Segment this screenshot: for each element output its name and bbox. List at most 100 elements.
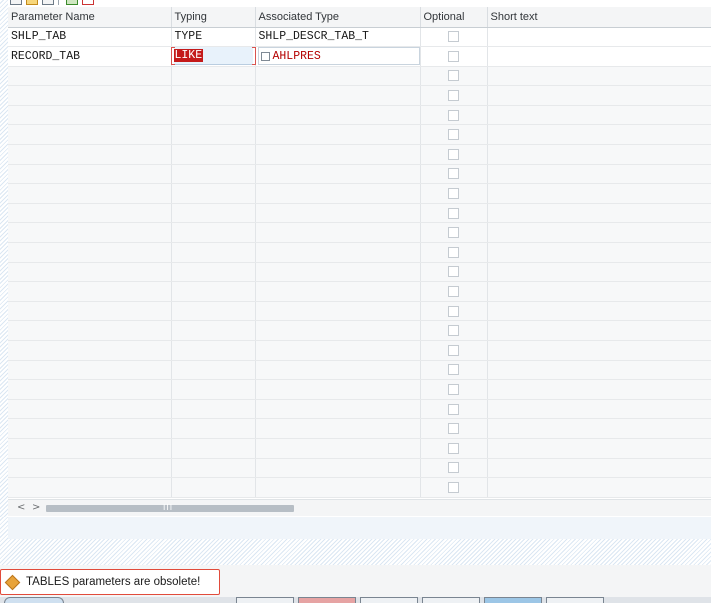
- short-text-cell[interactable]: [487, 477, 711, 498]
- short-text-cell[interactable]: [487, 164, 711, 185]
- typing-cell[interactable]: [171, 399, 256, 420]
- taskbar-item[interactable]: [546, 597, 604, 603]
- optional-checkbox[interactable]: [448, 481, 459, 493]
- parameter-name-cell[interactable]: [8, 164, 172, 185]
- associated-type-cell[interactable]: [255, 164, 421, 185]
- associated-type-cell[interactable]: [255, 124, 421, 146]
- taskbar-item[interactable]: [298, 597, 356, 603]
- typing-cell[interactable]: [171, 301, 256, 322]
- paste-icon[interactable]: [42, 0, 54, 5]
- associated-type-cell[interactable]: [255, 242, 421, 263]
- optional-checkbox[interactable]: [448, 442, 459, 454]
- short-text-cell[interactable]: [487, 301, 711, 322]
- cut-icon[interactable]: [10, 0, 22, 5]
- optional-checkbox[interactable]: [448, 305, 459, 317]
- short-text-cell[interactable]: [487, 458, 711, 479]
- scroll-right-icon[interactable]: >: [32, 502, 40, 513]
- optional-checkbox[interactable]: [448, 31, 459, 43]
- short-text-cell[interactable]: [487, 242, 711, 263]
- parameter-name-cell[interactable]: [8, 320, 172, 341]
- typing-cell[interactable]: [171, 340, 256, 361]
- parameter-name-cell[interactable]: [8, 203, 172, 224]
- typing-cell[interactable]: [171, 418, 256, 439]
- copy-icon[interactable]: [26, 0, 38, 5]
- short-text-cell[interactable]: [487, 66, 711, 87]
- typing-cell[interactable]: [171, 379, 256, 400]
- column-header-optional[interactable]: Optional: [420, 7, 488, 28]
- column-header-short-text[interactable]: Short text: [487, 7, 711, 28]
- short-text-cell[interactable]: [487, 262, 711, 283]
- associated-type-cell[interactable]: [255, 262, 421, 283]
- typing-cell[interactable]: [171, 85, 256, 106]
- taskbar-start-button[interactable]: [4, 597, 64, 603]
- horizontal-scrollbar[interactable]: < > III: [8, 499, 711, 516]
- taskbar-item[interactable]: [236, 597, 294, 603]
- optional-checkbox[interactable]: [448, 227, 459, 239]
- parameter-name-cell[interactable]: [8, 399, 172, 420]
- optional-checkbox[interactable]: [448, 168, 459, 180]
- optional-checkbox[interactable]: [448, 129, 459, 141]
- associated-type-cell[interactable]: [255, 203, 421, 224]
- short-text-cell[interactable]: [487, 46, 711, 67]
- parameter-name-cell[interactable]: [8, 458, 172, 479]
- typing-cell[interactable]: [171, 222, 256, 244]
- associated-type-cell[interactable]: [255, 105, 421, 126]
- parameter-name-cell[interactable]: [8, 66, 172, 87]
- associated-type-cell[interactable]: [255, 418, 421, 439]
- associated-type-cell[interactable]: [255, 477, 421, 498]
- optional-checkbox[interactable]: [448, 246, 459, 258]
- parameter-name-cell[interactable]: [8, 262, 172, 283]
- column-header-parameter-name[interactable]: Parameter Name: [8, 7, 172, 28]
- short-text-cell[interactable]: [487, 399, 711, 420]
- optional-checkbox[interactable]: [448, 70, 459, 82]
- short-text-cell[interactable]: [487, 438, 711, 459]
- delete-row-icon[interactable]: [82, 0, 94, 5]
- status-message[interactable]: TABLES parameters are obsolete!: [0, 569, 220, 595]
- taskbar-item[interactable]: [422, 597, 480, 603]
- optional-checkbox[interactable]: [448, 188, 459, 200]
- associated-type-cell[interactable]: [255, 301, 421, 322]
- column-header-associated-type[interactable]: Associated Type: [255, 7, 421, 28]
- taskbar-item[interactable]: [360, 597, 418, 603]
- optional-checkbox[interactable]: [448, 286, 459, 298]
- associated-type-cell[interactable]: [255, 320, 421, 341]
- short-text-cell[interactable]: [487, 360, 711, 381]
- typing-cell[interactable]: TYPE: [171, 27, 256, 48]
- associated-type-cell[interactable]: SHLP_DESCR_TAB_T: [255, 27, 421, 48]
- associated-type-cell[interactable]: [255, 144, 421, 165]
- optional-checkbox[interactable]: [448, 423, 459, 435]
- short-text-cell[interactable]: [487, 418, 711, 439]
- taskbar-item[interactable]: [484, 597, 542, 603]
- optional-checkbox[interactable]: [448, 325, 459, 337]
- associated-type-input[interactable]: AHLPRES: [257, 47, 419, 66]
- typing-cell[interactable]: [171, 183, 256, 204]
- associated-type-cell[interactable]: [255, 360, 421, 381]
- typing-cell[interactable]: [171, 164, 256, 185]
- optional-checkbox[interactable]: [448, 344, 459, 356]
- associated-type-cell[interactable]: [255, 438, 421, 459]
- typing-input[interactable]: LIKE: [170, 47, 256, 66]
- typing-cell[interactable]: [171, 477, 256, 498]
- parameter-name-cell[interactable]: SHLP_TAB: [8, 27, 172, 48]
- parameter-name-cell[interactable]: [8, 144, 172, 165]
- optional-checkbox[interactable]: [448, 207, 459, 219]
- parameter-name-cell[interactable]: [8, 379, 172, 400]
- associated-type-cell[interactable]: [255, 340, 421, 361]
- associated-type-cell[interactable]: [255, 379, 421, 400]
- short-text-cell[interactable]: [487, 183, 711, 204]
- optional-checkbox[interactable]: [448, 364, 459, 376]
- short-text-cell[interactable]: [487, 124, 711, 146]
- parameter-name-cell[interactable]: RECORD_TAB: [8, 46, 172, 67]
- value-help-icon[interactable]: [260, 51, 270, 61]
- parameter-name-cell[interactable]: [8, 281, 172, 302]
- parameter-name-cell[interactable]: [8, 105, 172, 126]
- optional-checkbox[interactable]: [448, 148, 459, 160]
- parameter-name-cell[interactable]: [8, 340, 172, 361]
- optional-checkbox[interactable]: [448, 383, 459, 395]
- optional-checkbox[interactable]: [448, 109, 459, 121]
- typing-cell[interactable]: [171, 281, 256, 302]
- typing-cell[interactable]: [171, 262, 256, 283]
- short-text-cell[interactable]: [487, 85, 711, 106]
- parameter-name-cell[interactable]: [8, 183, 172, 204]
- parameter-name-cell[interactable]: [8, 301, 172, 322]
